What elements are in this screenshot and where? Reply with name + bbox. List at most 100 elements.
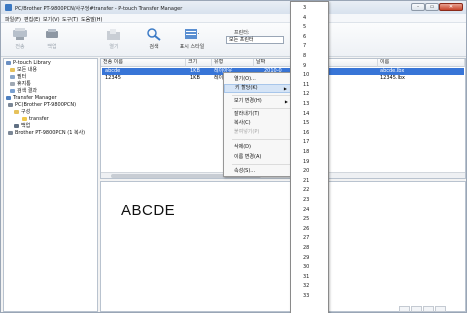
tree-item-pc-printer[interactable]: PC(Brother PT-9800PCN) <box>8 102 76 108</box>
key-number-item[interactable]: 33 <box>303 292 309 301</box>
key-number-item[interactable]: 23 <box>303 196 309 205</box>
tree-label: 검색 결과 <box>17 88 37 94</box>
row-filename: abcde.lbx <box>380 68 405 74</box>
tree-item-printer-copy[interactable]: Brother PT-9800PCN (1 복사) <box>8 130 85 136</box>
key-number-item[interactable]: 3 <box>303 4 306 13</box>
transfer-button[interactable]: 전송 <box>5 25 35 55</box>
backup-button[interactable]: 백업 <box>37 25 67 55</box>
tree-label: Transfer Manager <box>13 95 57 101</box>
maximize-button[interactable]: ▭ <box>425 3 439 11</box>
key-number-item[interactable]: 13 <box>303 100 309 109</box>
key-number-item[interactable]: 17 <box>303 138 309 147</box>
key-number-item[interactable]: 11 <box>303 81 309 90</box>
key-number-item[interactable]: 30 <box>303 263 309 272</box>
display-style-button[interactable]: 표시 스타일 <box>177 25 207 55</box>
search-results-icon <box>10 88 15 93</box>
ctx-open[interactable]: 열기(O)... <box>224 75 292 84</box>
tree-item-filter[interactable]: 필터 <box>10 74 26 80</box>
menu-view[interactable]: 보기(V) <box>43 16 60 23</box>
key-number-item[interactable]: 5 <box>303 23 306 32</box>
key-number-item[interactable]: 19 <box>303 158 309 167</box>
transfer-manager-icon <box>6 95 11 100</box>
column-header-type[interactable]: 유형 <box>212 59 254 67</box>
key-number-item[interactable]: 12 <box>303 90 309 99</box>
transfer-label: 전송 <box>15 44 25 50</box>
library-tree: P-touch Library 모든 내용 필터 휴지통 검색 결과 Trans… <box>3 58 98 312</box>
tree-item-backup[interactable]: 백업 <box>14 123 30 129</box>
tree-item-all-contents[interactable]: 모든 내용 <box>10 67 37 73</box>
key-number-item[interactable]: 10 <box>303 71 309 80</box>
tree-item-transfer-manager[interactable]: Transfer Manager <box>6 95 57 101</box>
key-number-item[interactable]: 24 <box>303 206 309 215</box>
minimize-button[interactable]: - <box>411 3 425 11</box>
search-button[interactable]: 검색 <box>139 25 169 55</box>
key-number-item[interactable]: 7 <box>303 42 306 51</box>
menu-edit[interactable]: 편집(E) <box>24 16 40 23</box>
backup-label: 백업 <box>47 44 57 50</box>
key-number-item[interactable]: 26 <box>303 225 309 234</box>
tree-label: transfer <box>29 116 49 122</box>
ctx-rename[interactable]: 이름 변경(A) <box>224 153 292 162</box>
row-name: abcde <box>105 68 121 74</box>
library-icon <box>6 60 11 65</box>
ctx-copy[interactable]: 복사(C) <box>224 119 292 128</box>
printer-label: 프린터: <box>234 30 250 36</box>
column-header-filename[interactable]: 이름 <box>378 59 465 67</box>
open-button[interactable]: 열기 <box>99 25 129 55</box>
row-size: 1KB <box>190 75 200 81</box>
key-number-item[interactable]: 8 <box>303 52 306 61</box>
menu-file[interactable]: 파일(F) <box>5 16 21 23</box>
ctx-properties-label: 속성(S)... <box>234 168 256 174</box>
ctx-change-view[interactable]: 보기 변경(H) ▶ <box>224 97 292 106</box>
display-style-icon <box>185 29 199 39</box>
ctx-properties[interactable]: 속성(S)... <box>224 167 292 176</box>
view-button-4[interactable] <box>435 306 446 312</box>
ctx-delete[interactable]: 삭제(D) <box>224 143 292 152</box>
context-menu: 열기(O)... 키 할당(K) ▶ 보기 변경(H) ▶ 잘라내기(T) 복사(C… <box>223 72 293 177</box>
key-number-item[interactable]: 25 <box>303 215 309 224</box>
ctx-cut[interactable]: 잘라내기(T) <box>224 110 292 119</box>
tree-item-search-results[interactable]: 검색 결과 <box>10 88 37 94</box>
key-number-item[interactable]: 14 <box>303 110 309 119</box>
view-button-2[interactable] <box>411 306 422 312</box>
display-style-label: 표시 스타일 <box>179 44 205 50</box>
key-number-item[interactable]: 6 <box>303 33 306 42</box>
key-number-item[interactable]: 16 <box>303 129 309 138</box>
column-header-size[interactable]: 크기 <box>186 59 212 67</box>
key-number-item[interactable]: 4 <box>303 14 306 23</box>
key-number-item[interactable]: 31 <box>303 273 309 282</box>
tree-label: 필터 <box>17 74 27 80</box>
tree-item-transfer-folder[interactable]: transfer <box>22 116 49 122</box>
key-number-item[interactable]: 18 <box>303 148 309 157</box>
menu-tools[interactable]: 도구(T) <box>62 16 78 23</box>
row-name: 12345 <box>105 75 121 81</box>
tree-item-ptouch-library[interactable]: P-touch Library <box>6 60 51 66</box>
key-number-item[interactable]: 29 <box>303 254 309 263</box>
key-number-item[interactable]: 15 <box>303 119 309 128</box>
key-number-item[interactable]: 20 <box>303 167 309 176</box>
title-bar[interactable]: PC/Brother PT-9800PCN/사구엉#transfer - P-t… <box>1 1 466 14</box>
folder-icon <box>22 116 27 121</box>
tree-label: 휴지통 <box>17 81 31 87</box>
ctx-assign-key[interactable]: 키 할당(K) ▶ <box>224 84 292 93</box>
key-number-item[interactable]: 32 <box>303 282 309 291</box>
computer-icon <box>8 102 13 107</box>
app-window: PC/Brother PT-9800PCN/사구엉#transfer - P-t… <box>0 0 467 313</box>
filter-icon <box>10 74 15 79</box>
view-button-3[interactable] <box>423 306 434 312</box>
tree-item-trash[interactable]: 휴지통 <box>10 81 31 87</box>
menu-help[interactable]: 도움말(H) <box>81 16 102 23</box>
key-number-item[interactable]: 28 <box>303 244 309 253</box>
tree-label: PC(Brother PT-9800PCN) <box>15 102 77 108</box>
column-header-name[interactable]: 전송 이름 <box>101 59 186 67</box>
ctx-open-label: 열기(O)... <box>234 76 256 82</box>
key-number-item[interactable]: 22 <box>303 186 309 195</box>
close-button[interactable]: ✕ <box>439 3 463 11</box>
key-number-item[interactable]: 27 <box>303 234 309 243</box>
menu-divider <box>232 95 290 96</box>
view-button-1[interactable] <box>399 306 410 312</box>
tree-item-config[interactable]: 구성 <box>14 109 30 115</box>
key-number-item[interactable]: 9 <box>303 62 306 71</box>
printer-select[interactable]: 모든 프린터 <box>226 36 284 44</box>
key-number-item[interactable]: 21 <box>303 177 309 186</box>
